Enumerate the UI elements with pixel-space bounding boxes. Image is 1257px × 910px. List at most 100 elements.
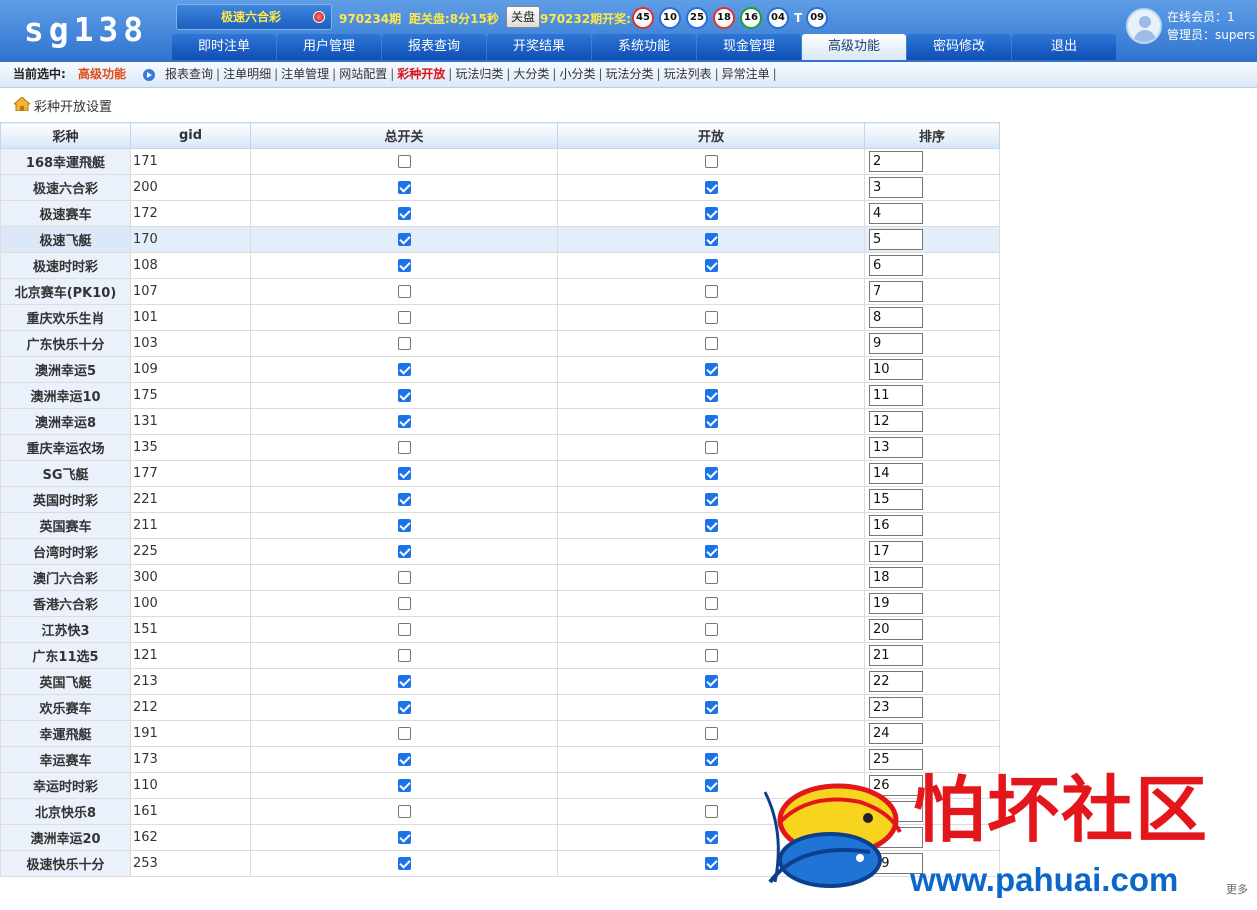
open-checkbox[interactable]	[704, 831, 718, 844]
sort-order-input[interactable]	[869, 541, 923, 562]
master-checkbox[interactable]	[397, 337, 411, 350]
sort-order-input[interactable]	[869, 333, 923, 354]
nav-tab-7[interactable]: 密码修改	[907, 34, 1011, 60]
master-checkbox[interactable]	[397, 363, 411, 376]
sub-nav-link-6[interactable]: 大分类	[513, 62, 549, 87]
open-checkbox[interactable]	[704, 493, 718, 506]
sort-order-input[interactable]	[869, 411, 923, 432]
nav-tab-6[interactable]: 高级功能	[802, 34, 906, 60]
nav-tab-3[interactable]: 开奖结果	[487, 34, 591, 60]
nav-tab-8[interactable]: 退出	[1012, 34, 1116, 60]
open-checkbox[interactable]	[704, 571, 718, 584]
nav-tab-4[interactable]: 系统功能	[592, 34, 696, 60]
master-checkbox[interactable]	[397, 727, 411, 740]
open-checkbox[interactable]	[704, 545, 718, 558]
sort-order-input[interactable]	[869, 281, 923, 302]
open-checkbox[interactable]	[704, 363, 718, 376]
master-checkbox[interactable]	[397, 493, 411, 506]
current-game-selector[interactable]: 极速六合彩	[176, 4, 332, 30]
sort-order-input[interactable]	[869, 697, 923, 718]
game-close-icon[interactable]	[313, 11, 325, 23]
master-checkbox[interactable]	[397, 805, 411, 818]
master-checkbox[interactable]	[397, 597, 411, 610]
master-checkbox[interactable]	[397, 207, 411, 220]
open-checkbox[interactable]	[704, 285, 718, 298]
master-checkbox[interactable]	[397, 571, 411, 584]
master-checkbox[interactable]	[397, 155, 411, 168]
sub-nav-link-0[interactable]: 报表查询	[165, 62, 213, 87]
sort-order-input[interactable]	[869, 619, 923, 640]
sort-order-input[interactable]	[869, 463, 923, 484]
nav-tab-2[interactable]: 报表查询	[382, 34, 486, 60]
master-checkbox[interactable]	[397, 753, 411, 766]
master-checkbox[interactable]	[397, 519, 411, 532]
master-checkbox[interactable]	[397, 233, 411, 246]
sort-order-input[interactable]	[869, 489, 923, 510]
open-checkbox[interactable]	[704, 597, 718, 610]
master-checkbox[interactable]	[397, 545, 411, 558]
sort-order-input[interactable]	[869, 593, 923, 614]
sort-order-input[interactable]	[869, 671, 923, 692]
master-checkbox[interactable]	[397, 181, 411, 194]
sub-nav-link-8[interactable]: 玩法分类	[606, 62, 654, 87]
open-checkbox[interactable]	[704, 155, 718, 168]
master-checkbox[interactable]	[397, 285, 411, 298]
open-checkbox[interactable]	[704, 311, 718, 324]
open-checkbox[interactable]	[704, 259, 718, 272]
open-checkbox[interactable]	[704, 415, 718, 428]
open-checkbox[interactable]	[704, 233, 718, 246]
sort-order-input[interactable]	[869, 151, 923, 172]
open-checkbox[interactable]	[704, 207, 718, 220]
master-checkbox[interactable]	[397, 701, 411, 714]
open-checkbox[interactable]	[704, 649, 718, 662]
sort-order-input[interactable]	[869, 255, 923, 276]
sub-nav-link-2[interactable]: 注单管理	[281, 62, 329, 87]
master-checkbox[interactable]	[397, 857, 411, 870]
open-checkbox[interactable]	[704, 623, 718, 636]
open-checkbox[interactable]	[704, 753, 718, 766]
master-checkbox[interactable]	[397, 441, 411, 454]
open-checkbox[interactable]	[704, 181, 718, 194]
open-checkbox[interactable]	[704, 519, 718, 532]
sort-order-input[interactable]	[869, 723, 923, 744]
open-checkbox[interactable]	[704, 389, 718, 402]
open-checkbox[interactable]	[704, 441, 718, 454]
master-checkbox[interactable]	[397, 623, 411, 636]
master-checkbox[interactable]	[397, 831, 411, 844]
sort-order-input[interactable]	[869, 307, 923, 328]
sort-order-input[interactable]	[869, 229, 923, 250]
master-checkbox[interactable]	[397, 779, 411, 792]
nav-tab-5[interactable]: 现金管理	[697, 34, 801, 60]
sort-order-input[interactable]	[869, 177, 923, 198]
open-checkbox[interactable]	[704, 701, 718, 714]
sort-order-input[interactable]	[869, 203, 923, 224]
sub-nav-link-10[interactable]: 异常注单	[722, 62, 770, 87]
master-checkbox[interactable]	[397, 389, 411, 402]
sort-order-input[interactable]	[869, 359, 923, 380]
open-checkbox[interactable]	[704, 857, 718, 870]
nav-tab-0[interactable]: 即时注单	[172, 34, 276, 60]
open-checkbox[interactable]	[704, 805, 718, 818]
open-checkbox[interactable]	[704, 337, 718, 350]
sub-nav-link-5[interactable]: 玩法归类	[455, 62, 503, 87]
sub-nav-link-7[interactable]: 小分类	[559, 62, 595, 87]
sort-order-input[interactable]	[869, 385, 923, 406]
open-checkbox[interactable]	[704, 779, 718, 792]
master-checkbox[interactable]	[397, 675, 411, 688]
sub-nav-link-1[interactable]: 注单明细	[223, 62, 271, 87]
master-checkbox[interactable]	[397, 415, 411, 428]
sort-order-input[interactable]	[869, 437, 923, 458]
master-checkbox[interactable]	[397, 649, 411, 662]
master-checkbox[interactable]	[397, 467, 411, 480]
master-checkbox[interactable]	[397, 311, 411, 324]
master-checkbox[interactable]	[397, 259, 411, 272]
open-checkbox[interactable]	[704, 727, 718, 740]
sub-nav-link-3[interactable]: 网站配置	[339, 62, 387, 87]
sub-nav-link-4[interactable]: 彩种开放	[397, 62, 445, 87]
sort-order-input[interactable]	[869, 645, 923, 666]
open-checkbox[interactable]	[704, 467, 718, 480]
sub-nav-link-9[interactable]: 玩法列表	[664, 62, 712, 87]
sort-order-input[interactable]	[869, 515, 923, 536]
open-checkbox[interactable]	[704, 675, 718, 688]
sort-order-input[interactable]	[869, 567, 923, 588]
